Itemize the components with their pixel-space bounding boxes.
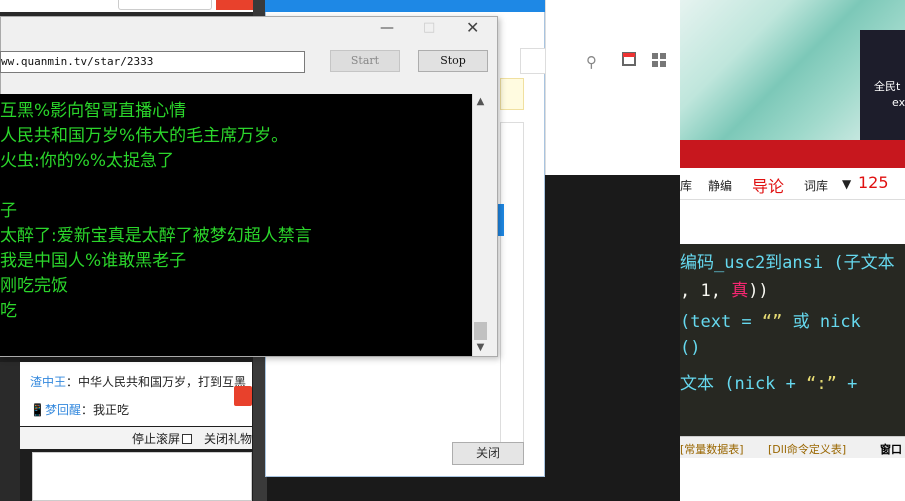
console-line: 刚吃完饭 bbox=[0, 276, 68, 296]
chat-top-red-button[interactable] bbox=[216, 0, 254, 10]
grid-icon[interactable] bbox=[652, 53, 666, 67]
background-dialog-titlebar bbox=[265, 0, 545, 12]
chat-left-strip bbox=[0, 362, 20, 501]
code-token: () bbox=[680, 338, 701, 358]
console-line: 人民共和国万岁%伟大的毛主席万岁。 bbox=[0, 126, 289, 146]
chevron-down-icon[interactable]: ▼ bbox=[842, 177, 851, 191]
code-token: (text = bbox=[680, 312, 762, 332]
window-icon[interactable] bbox=[622, 52, 636, 66]
toolbar-item[interactable]: 库 bbox=[680, 177, 692, 194]
console-line: 火虫:你的%%太捉急了 bbox=[0, 151, 175, 171]
code-token: 文本 (nick + bbox=[680, 374, 807, 394]
code-token: + bbox=[836, 374, 858, 394]
editor-tabs: [常量数据表] [Dll命令定义表] 窗口 bbox=[680, 436, 905, 458]
chat-message: 渣中王：中华人民共和国万岁，打到互黑 bbox=[30, 373, 246, 390]
tab-constants[interactable]: [常量数据表] bbox=[680, 441, 744, 457]
code-token: “” bbox=[761, 312, 783, 332]
code-line: (text = “” 或 nick bbox=[680, 307, 861, 332]
start-button[interactable]: Start bbox=[330, 50, 400, 72]
toolbar-item[interactable]: 静编 bbox=[708, 177, 732, 194]
red-banner bbox=[680, 140, 905, 168]
console-line: 吃 bbox=[0, 301, 17, 321]
console-output[interactable]: 互黑%影向智哥直播心情 人民共和国万岁%伟大的毛主席万岁。 火虫:你的%%太捉急… bbox=[0, 94, 472, 356]
chat-input[interactable] bbox=[32, 452, 252, 501]
toolbar-item[interactable]: 125 bbox=[858, 173, 889, 192]
chat-text: ：中华人民共和国万岁，打到互黑 bbox=[66, 375, 247, 389]
code-editor[interactable]: 编码_usc2到ansi (子文本 , 1, 真)) (text = “” 或 … bbox=[680, 244, 905, 436]
status-area bbox=[680, 458, 905, 501]
code-line: () bbox=[680, 338, 700, 358]
tab-dll-commands[interactable]: [Dll命令定义表] bbox=[768, 441, 846, 457]
chat-username[interactable]: 梦回醒 bbox=[45, 403, 81, 417]
stop-scroll-label: 停止滚屏 bbox=[132, 432, 181, 446]
scroll-up-icon[interactable]: ▲ bbox=[472, 94, 489, 110]
console-scrollbar[interactable] bbox=[472, 94, 489, 356]
minimize-icon[interactable]: — bbox=[380, 20, 394, 36]
chat-message-list: 渣中王：中华人民共和国万岁，打到互黑 📱梦回醒：我正吃 bbox=[20, 362, 252, 426]
code-line: 编码_usc2到ansi (子文本 bbox=[680, 248, 895, 273]
console-line: 我是中国人%谁敢黑老子 bbox=[0, 251, 187, 271]
scrollbar-thumb[interactable] bbox=[474, 322, 487, 340]
close-icon[interactable]: ✕ bbox=[466, 18, 484, 37]
stop-button[interactable]: Stop bbox=[418, 50, 488, 72]
phone-icon: 📱 bbox=[30, 403, 45, 417]
search-icon[interactable]: ⚲ bbox=[586, 53, 597, 71]
code-token: “:” bbox=[806, 374, 837, 394]
dialog-blue-accent bbox=[498, 204, 504, 236]
scroll-down-icon[interactable]: ▼ bbox=[472, 340, 489, 356]
code-token: 真 bbox=[731, 281, 749, 301]
editor-ruler bbox=[680, 200, 905, 244]
toolbar-item[interactable]: 导论 bbox=[752, 173, 784, 197]
stop-scroll-checkbox[interactable] bbox=[182, 434, 193, 444]
chat-username[interactable]: 渣中王 bbox=[30, 375, 66, 389]
code-token: 或 nick bbox=[782, 312, 861, 332]
close-gifts-label: 关闭礼物 bbox=[204, 432, 253, 446]
code-token: )) bbox=[748, 281, 769, 301]
toolbar-item[interactable]: 词库 bbox=[804, 177, 828, 194]
code-token: , 1, bbox=[680, 281, 732, 301]
dialog-content-panel bbox=[500, 122, 524, 452]
chat-message: 📱梦回醒：我正吃 bbox=[30, 401, 129, 418]
console-line: 子 bbox=[0, 201, 17, 221]
code-token: 编码_usc2到ansi (子文本 bbox=[680, 253, 895, 273]
thumbnail-text: ex bbox=[892, 96, 905, 109]
notice-bar bbox=[500, 78, 524, 110]
close-gifts-toggle[interactable]: 关闭礼物 bbox=[204, 430, 252, 447]
maximize-icon: □ bbox=[423, 20, 436, 35]
close-button[interactable]: 关闭 bbox=[452, 442, 524, 465]
chat-controls: 停止滚屏 关闭礼物 bbox=[20, 427, 252, 449]
thumbnail-text: 全民t bbox=[874, 80, 901, 93]
chat-text: ：我正吃 bbox=[80, 403, 129, 417]
chat-side-badge[interactable] bbox=[234, 386, 252, 406]
browser-toolbar bbox=[545, 0, 681, 175]
room-url-input[interactable]: ww.quanmin.tv/star/2333 bbox=[0, 51, 305, 73]
code-line: 文本 (nick + “:” + bbox=[680, 369, 857, 394]
editor-toolbar: 库 静编 导论 词库 ▼ 125 bbox=[680, 168, 905, 200]
console-line: 互黑%影向智哥直播心情 bbox=[0, 101, 187, 121]
console-line: 太醉了:爱新宝真是太醉了被梦幻超人禁言 bbox=[0, 226, 312, 246]
stop-scroll-toggle[interactable]: 停止滚屏 bbox=[132, 430, 193, 447]
chat-top-button[interactable] bbox=[118, 0, 212, 10]
tab-window[interactable]: 窗口 bbox=[880, 441, 902, 457]
code-line: , 1, 真)) bbox=[680, 276, 769, 301]
